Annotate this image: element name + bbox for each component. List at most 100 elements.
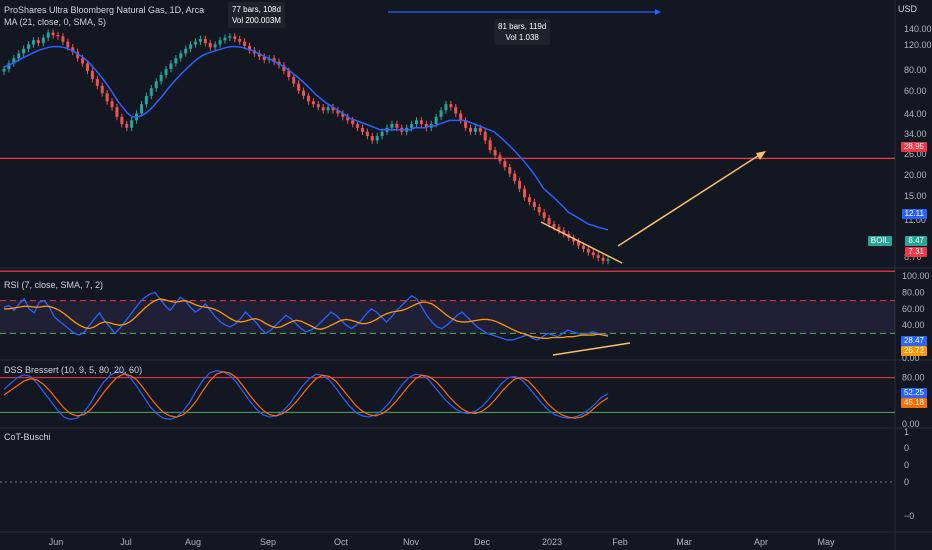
rsi-trendline xyxy=(552,342,631,356)
candle-body xyxy=(596,255,600,258)
candle-body xyxy=(498,155,502,162)
candle-body xyxy=(61,36,65,42)
candle-body xyxy=(454,107,458,114)
price-axis-tick: 15.00 xyxy=(904,191,927,201)
candle-body xyxy=(503,161,507,168)
candle-body xyxy=(125,123,129,128)
candle-body xyxy=(22,48,26,54)
measure-box-1: 77 bars, 108d Vol 200.003M xyxy=(228,2,285,28)
candle-body xyxy=(243,41,247,46)
candle-body xyxy=(434,116,438,124)
candle-body xyxy=(100,85,104,94)
resistance-price-tag: 28.95 xyxy=(900,142,927,152)
candle-body xyxy=(81,58,85,64)
candle-body xyxy=(66,41,70,48)
ma-line xyxy=(3,45,609,231)
candle-body xyxy=(478,127,482,132)
candle-body xyxy=(139,104,143,114)
dss-d-value-tag: 45.18 xyxy=(900,398,927,408)
candle-body xyxy=(552,224,556,228)
candle-body xyxy=(459,113,463,121)
candle-body xyxy=(174,58,178,64)
time-axis-label: 2023 xyxy=(542,537,562,547)
candle-body xyxy=(518,180,522,189)
candle-body xyxy=(198,38,202,42)
price-axis-tick: 60.00 xyxy=(904,86,927,96)
measure-box-2: 81 bars, 119d Vol 1.038 xyxy=(494,19,551,45)
time-axis-label: Feb xyxy=(612,537,628,547)
time-axis-label: Jun xyxy=(49,537,64,547)
dss-axis-tick: 80.00 xyxy=(902,373,925,383)
measure-box-1-bars: 77 bars, 108d xyxy=(232,5,281,14)
candle-body xyxy=(292,77,296,84)
candle-body xyxy=(2,68,6,72)
rsi-value-tag: 28.47 xyxy=(900,336,927,346)
candle-body xyxy=(218,40,222,45)
time-axis-label: Mar xyxy=(676,537,692,547)
candle-body xyxy=(586,248,590,253)
candle-body xyxy=(351,120,355,124)
candle-body xyxy=(488,140,492,151)
price-axis-tick: 80.00 xyxy=(904,65,927,75)
chart-canvas[interactable]: 140.00120.0080.0060.0044.0034.0026.0020.… xyxy=(0,0,932,550)
cot-axis-tick: 0 xyxy=(904,460,909,470)
candle-body xyxy=(105,93,109,102)
rsi-band xyxy=(0,300,895,334)
candle-body xyxy=(302,90,306,96)
candle-body xyxy=(537,207,541,213)
candle-body xyxy=(233,36,237,39)
candle-body xyxy=(542,212,546,218)
candle-body xyxy=(390,123,394,128)
dss-indicator-label[interactable]: DSS Bressert (10, 9, 5, 80, 20, 60) xyxy=(4,364,142,376)
candle-body xyxy=(326,107,330,111)
candle-body xyxy=(444,104,448,111)
time-axis-label: Aug xyxy=(185,537,201,547)
candle-body xyxy=(493,150,497,156)
candle-body xyxy=(360,127,364,132)
measure-box-2-bars: 81 bars, 119d xyxy=(498,22,547,31)
candle-body xyxy=(316,104,320,108)
measure-box-2-vol: Vol 1.038 xyxy=(505,33,539,42)
rsi-axis-tick: 60.00 xyxy=(902,304,925,314)
candle-body xyxy=(41,37,45,44)
candle-body xyxy=(532,202,536,208)
candle-body xyxy=(208,43,212,48)
candle-body xyxy=(51,32,55,36)
candle-body xyxy=(370,136,374,141)
time-axis-label: Jul xyxy=(120,537,132,547)
falling-trendline xyxy=(540,221,623,264)
rsi-axis-tick: 80.00 xyxy=(902,287,925,297)
price-axis-tick: 20.00 xyxy=(904,170,927,180)
candle-body xyxy=(159,74,163,82)
candle-body xyxy=(203,38,207,44)
candle-body xyxy=(179,53,183,59)
candle-body xyxy=(321,107,325,111)
candle-body xyxy=(90,70,94,80)
last-price-tag: 8.47 xyxy=(905,236,927,246)
currency-label: USD xyxy=(897,4,917,14)
rsi-axis-tick: 40.00 xyxy=(902,320,925,330)
ma-price-tag: 12.11 xyxy=(901,209,927,219)
price-axis-tick: 120.00 xyxy=(904,40,932,50)
candle-body xyxy=(115,107,119,117)
cot-axis-tick: 0 xyxy=(904,477,909,487)
candle-body xyxy=(223,37,227,41)
candle-body xyxy=(169,63,173,69)
candle-body xyxy=(189,44,193,49)
candle-body xyxy=(606,259,610,261)
candle-body xyxy=(380,131,384,137)
ma-indicator-label[interactable]: MA (21, close, 0, SMA, 5) xyxy=(4,16,106,28)
time-axis-label: Sep xyxy=(260,537,276,547)
candle-body xyxy=(523,188,527,198)
candle-body xyxy=(414,120,418,124)
cot-indicator-label[interactable]: CoT-Buschi xyxy=(4,431,51,443)
candle-body xyxy=(36,40,40,44)
rsi-indicator-label[interactable]: RSI (7, close, SMA, 7, 2) xyxy=(4,279,103,291)
symbol-title[interactable]: ProShares Ultra Bloomberg Natural Gas, 1… xyxy=(4,4,204,16)
cot-axis-tick: −0 xyxy=(904,511,914,521)
candle-body xyxy=(356,123,360,128)
candle-body xyxy=(513,173,517,181)
candle-body xyxy=(410,123,414,128)
symbol-tag[interactable]: BOIL xyxy=(867,236,892,246)
candle-body xyxy=(306,95,310,102)
